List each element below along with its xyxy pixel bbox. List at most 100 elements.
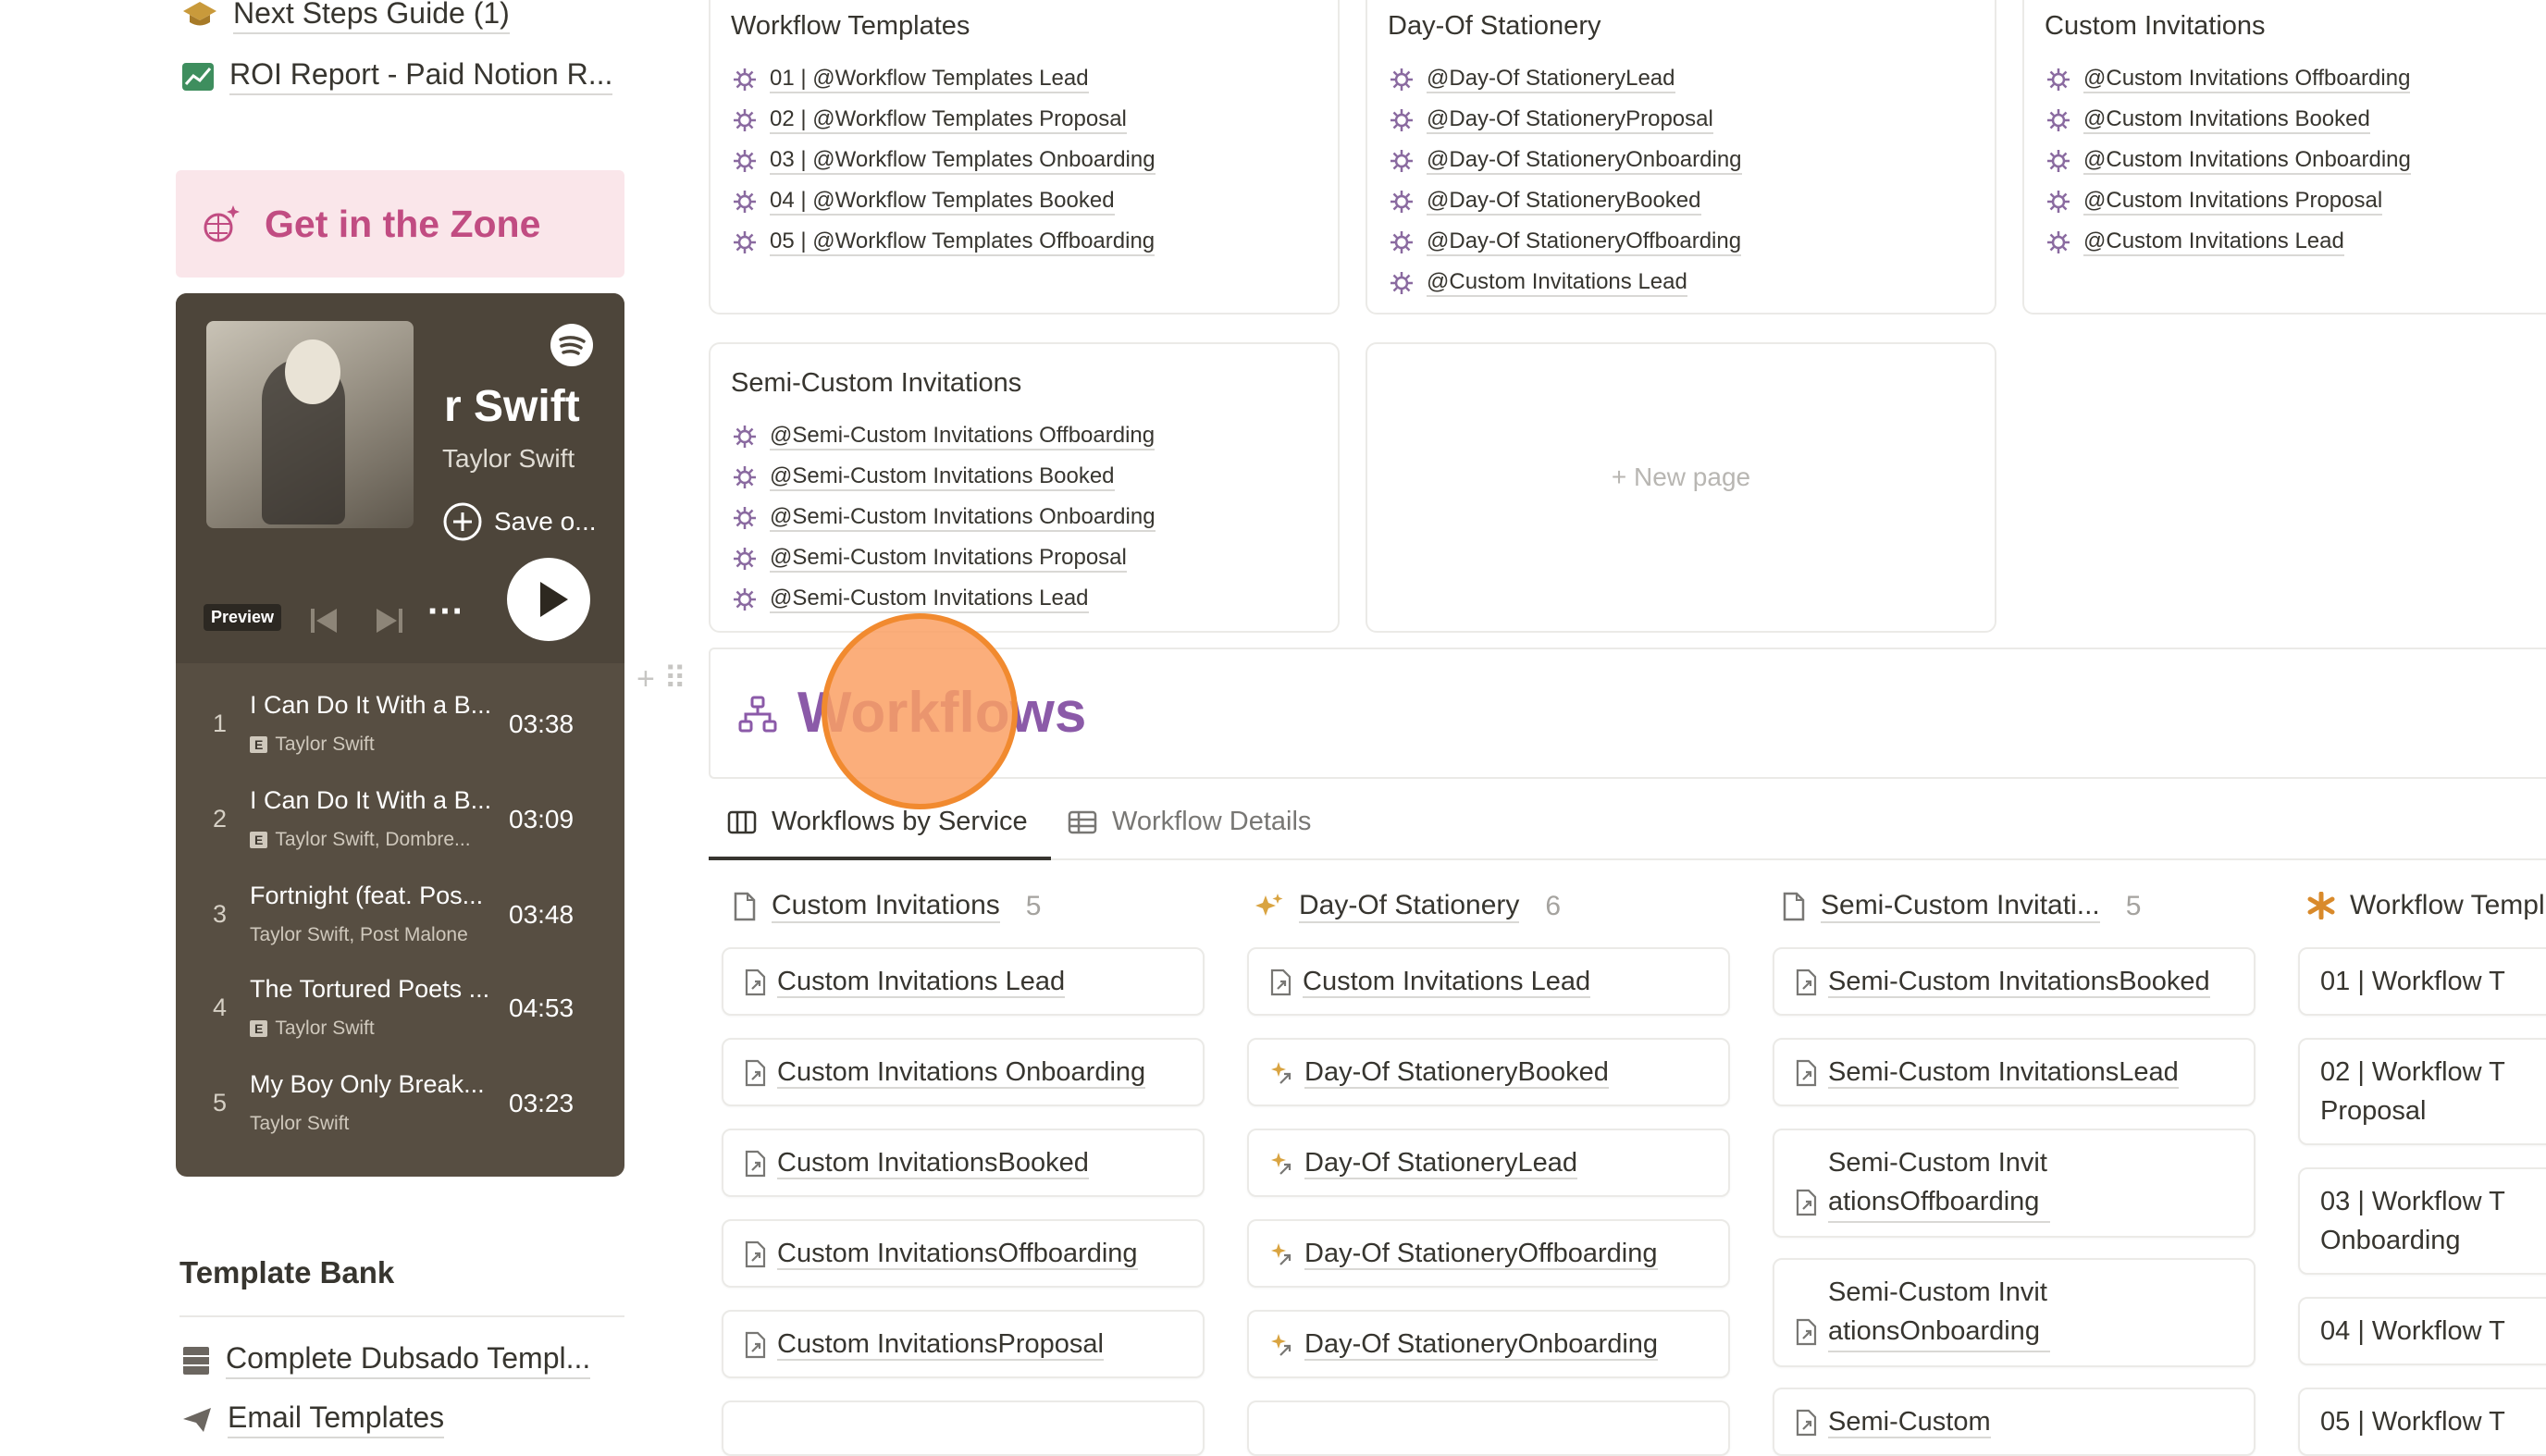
tab-workflow-details[interactable]: Workflow Details xyxy=(1068,807,1311,837)
card-item[interactable]: @Custom Invitations Lead xyxy=(1390,263,1742,303)
track-duration: 03:38 xyxy=(509,709,575,738)
gallery-card-day-of-stationery[interactable]: Day-Of Stationery @Day-Of StationeryLead… xyxy=(1366,0,1996,315)
card-item[interactable]: @Custom Invitations Lead xyxy=(2046,222,2411,263)
board-card[interactable]: Day-Of StationeryOnboarding xyxy=(1247,1310,1730,1378)
gear-icon xyxy=(733,108,757,132)
board-card[interactable]: 04 | Workflow T xyxy=(2298,1297,2546,1365)
page-link-icon xyxy=(1796,969,1817,996)
track-row[interactable]: 3 Fortnight (feat. Pos... Taylor Swift, … xyxy=(176,872,624,965)
track-row[interactable]: 4 The Tortured Poets ... E Taylor Swift 0… xyxy=(176,966,624,1058)
card-title: 01 | Workflow T xyxy=(2320,967,2505,996)
block-handle[interactable]: + ⠿ xyxy=(636,660,686,697)
board-card[interactable]: Custom InvitationsOffboarding xyxy=(722,1219,1205,1288)
track-row[interactable]: 5 My Boy Only Break... Taylor Swift 03:2… xyxy=(176,1061,624,1154)
column-title: Day-Of Stationery xyxy=(1299,890,1520,923)
board-card[interactable]: Custom InvitationsBooked xyxy=(722,1129,1205,1197)
card-item[interactable]: 01 | @Workflow Templates Lead xyxy=(733,59,1156,100)
card-title: Day-Of Stationery xyxy=(1388,11,1601,41)
board-card[interactable]: Custom Invitations Lead xyxy=(1247,947,1730,1016)
gear-icon xyxy=(1390,108,1414,132)
board-card[interactable]: Day-Of StationeryBooked xyxy=(1247,1038,1730,1106)
board-card[interactable]: Semi-Custom InvitationsOnboarding xyxy=(1773,1258,2256,1367)
card-item-label: @Custom Invitations Lead xyxy=(2083,228,2344,257)
card-item[interactable]: @Custom Invitations Offboarding xyxy=(2046,59,2411,100)
card-item[interactable]: @Day-Of StationeryOnboarding xyxy=(1390,141,1742,181)
gallery-card-workflow-templates[interactable]: Workflow Templates 01 | @Workflow Templa… xyxy=(709,0,1340,315)
cabinet-icon xyxy=(183,1346,209,1375)
track-number: 2 xyxy=(213,805,228,833)
board-column-header[interactable]: Day-Of Stationery 6 xyxy=(1254,890,1561,923)
sidebar-link-dubsado[interactable]: Complete Dubsado Templ... xyxy=(181,1341,591,1379)
page-link-icon xyxy=(1796,1190,1817,1216)
board-card[interactable]: Custom Invitations Onboarding xyxy=(722,1038,1205,1106)
card-item[interactable]: @Semi-Custom Invitations Lead xyxy=(733,579,1156,620)
track-name: I Can Do It With a B... xyxy=(250,786,492,814)
card-item[interactable]: @Semi-Custom Invitations Proposal xyxy=(733,538,1156,579)
board-card[interactable]: 01 | Workflow T xyxy=(2298,947,2546,1016)
board-card[interactable]: Day-Of StationeryLead xyxy=(1247,1129,1730,1197)
card-item[interactable]: @Day-Of StationeryOffboarding xyxy=(1390,222,1742,263)
card-item[interactable]: @Day-Of StationeryLead xyxy=(1390,59,1742,100)
gallery-card-semi-custom-invitations[interactable]: Semi-Custom Invitations @Semi-Custom Inv… xyxy=(709,342,1340,633)
player-artist[interactable]: Taylor Swift xyxy=(442,444,575,474)
board-card[interactable]: Day-Of StationeryOffboarding xyxy=(1247,1219,1730,1288)
card-item[interactable]: @Semi-Custom Invitations Offboarding xyxy=(733,416,1156,457)
previous-track-icon[interactable] xyxy=(308,606,340,635)
new-page-card[interactable]: + New page xyxy=(1366,342,1996,633)
card-item-label: 03 | @Workflow Templates Onboarding xyxy=(770,147,1156,176)
board-card[interactable]: Semi-Custom InvitationsOffboarding xyxy=(1773,1129,2256,1238)
card-item[interactable]: @Custom Invitations Proposal xyxy=(2046,181,2411,222)
spotify-icon[interactable] xyxy=(550,324,593,366)
track-row[interactable]: 1 I Can Do It With a B... E Taylor Swift … xyxy=(176,682,624,774)
gear-icon xyxy=(2046,108,2070,132)
board-column-header[interactable]: Custom Invitations 5 xyxy=(733,890,1041,923)
tab-workflows-by-service[interactable]: Workflows by Service xyxy=(727,807,1028,837)
card-item[interactable]: @Day-Of StationeryBooked xyxy=(1390,181,1742,222)
card-title: Day-Of StationeryOffboarding xyxy=(1304,1239,1658,1270)
card-item-label: @Semi-Custom Invitations Offboarding xyxy=(770,423,1156,451)
board-card[interactable]: 05 | Workflow T xyxy=(2298,1388,2546,1456)
card-item[interactable]: @Semi-Custom Invitations Onboarding xyxy=(733,498,1156,538)
card-item-label: @Custom Invitations Booked xyxy=(2083,106,2370,135)
next-track-icon[interactable] xyxy=(374,606,405,635)
track-row[interactable]: 2 I Can Do It With a B... E Taylor Swift,… xyxy=(176,777,624,870)
board-card[interactable]: Custom InvitationsProposal xyxy=(722,1310,1205,1378)
gear-icon xyxy=(2046,149,2070,173)
card-item[interactable]: @Custom Invitations Booked xyxy=(2046,100,2411,141)
more-options-icon[interactable]: ··· xyxy=(427,591,464,633)
board-card[interactable]: 02 | Workflow T Proposal xyxy=(2298,1038,2546,1145)
track-artist-line: Taylor Swift xyxy=(250,1113,349,1135)
sidebar-link-email-templates[interactable]: Email Templates xyxy=(181,1400,445,1438)
board-card[interactable]: Custom Invitations Lead xyxy=(722,947,1205,1016)
board-card[interactable]: Semi-Custom InvitationsLead xyxy=(1773,1038,2256,1106)
track-duration: 03:48 xyxy=(509,900,575,929)
card-title: Semi-Custom xyxy=(1828,1407,1991,1438)
card-item[interactable]: 02 | @Workflow Templates Proposal xyxy=(733,100,1156,141)
save-button[interactable]: Save o... xyxy=(442,501,597,542)
board-card[interactable]: 03 | Workflow T Onboarding xyxy=(2298,1167,2546,1275)
card-item[interactable]: @Day-Of StationeryProposal xyxy=(1390,100,1742,141)
track-name: I Can Do It With a B... xyxy=(250,691,492,719)
play-button[interactable] xyxy=(507,558,590,641)
board-card[interactable]: Semi-Custom InvitationsBooked xyxy=(1773,947,2256,1016)
gallery-card-custom-invitations[interactable]: Custom Invitations @Custom Invitations O… xyxy=(2022,0,2546,315)
board-column-header[interactable]: Workflow Templ xyxy=(2307,890,2545,921)
board-card[interactable]: Semi-Custom xyxy=(1773,1388,2256,1456)
track-artist: Taylor Swift, Post Malone xyxy=(250,924,468,945)
card-item[interactable]: 05 | @Workflow Templates Offboarding xyxy=(733,222,1156,263)
sidebar-link-next-steps[interactable]: Next Steps Guide (1) xyxy=(181,0,510,34)
gear-icon xyxy=(2046,230,2070,254)
card-item[interactable]: @Semi-Custom Invitations Booked xyxy=(733,457,1156,498)
card-title: Day-Of StationeryBooked xyxy=(1304,1057,1609,1089)
card-item[interactable]: 04 | @Workflow Templates Booked xyxy=(733,181,1156,222)
card-item[interactable]: 03 | @Workflow Templates Onboarding xyxy=(733,141,1156,181)
card-title: 04 | Workflow T xyxy=(2320,1316,2505,1346)
card-item-label: 04 | @Workflow Templates Booked xyxy=(770,188,1115,216)
sidebar-link-roi-report[interactable]: ROI Report - Paid Notion R... xyxy=(181,57,613,95)
board-card[interactable] xyxy=(1247,1400,1730,1456)
new-page-button[interactable]: + New page xyxy=(1367,463,1995,492)
page-icon xyxy=(734,892,756,921)
board-column-header[interactable]: Semi-Custom Invitati... 5 xyxy=(1782,890,2141,923)
board-card[interactable] xyxy=(722,1400,1205,1456)
card-item[interactable]: @Custom Invitations Onboarding xyxy=(2046,141,2411,181)
